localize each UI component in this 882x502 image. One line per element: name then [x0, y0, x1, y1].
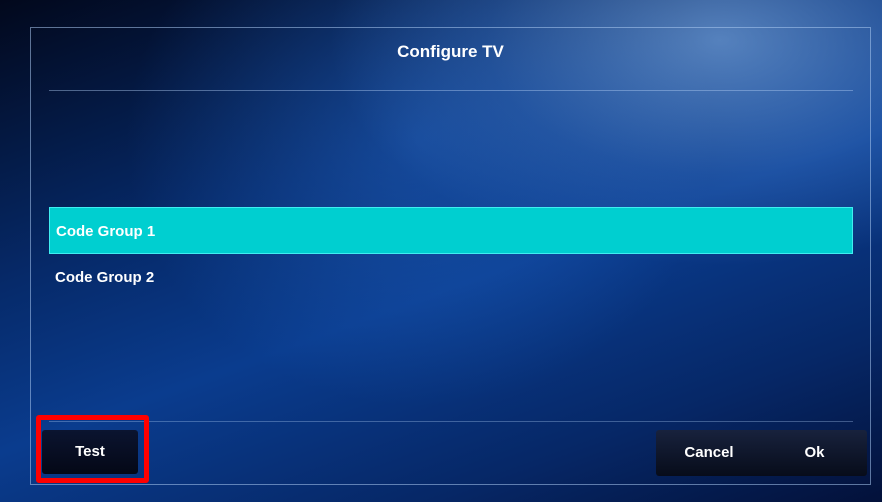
footer-divider [49, 421, 853, 422]
ok-button[interactable]: Ok [762, 430, 867, 476]
list-item-code-group-2[interactable]: Code Group 2 [49, 254, 853, 301]
configure-tv-dialog: Configure TV Code Group 1 Code Group 2 T… [30, 27, 871, 485]
dialog-title: Configure TV [397, 42, 504, 61]
screen-background: Configure TV Code Group 1 Code Group 2 T… [0, 0, 882, 502]
cancel-button[interactable]: Cancel [656, 430, 762, 476]
dialog-action-buttons: Cancel Ok [656, 430, 867, 476]
test-button[interactable]: Test [42, 430, 138, 474]
list-item-code-group-1[interactable]: Code Group 1 [49, 207, 853, 254]
code-group-list: Code Group 1 Code Group 2 [49, 207, 853, 301]
title-divider [49, 90, 853, 91]
